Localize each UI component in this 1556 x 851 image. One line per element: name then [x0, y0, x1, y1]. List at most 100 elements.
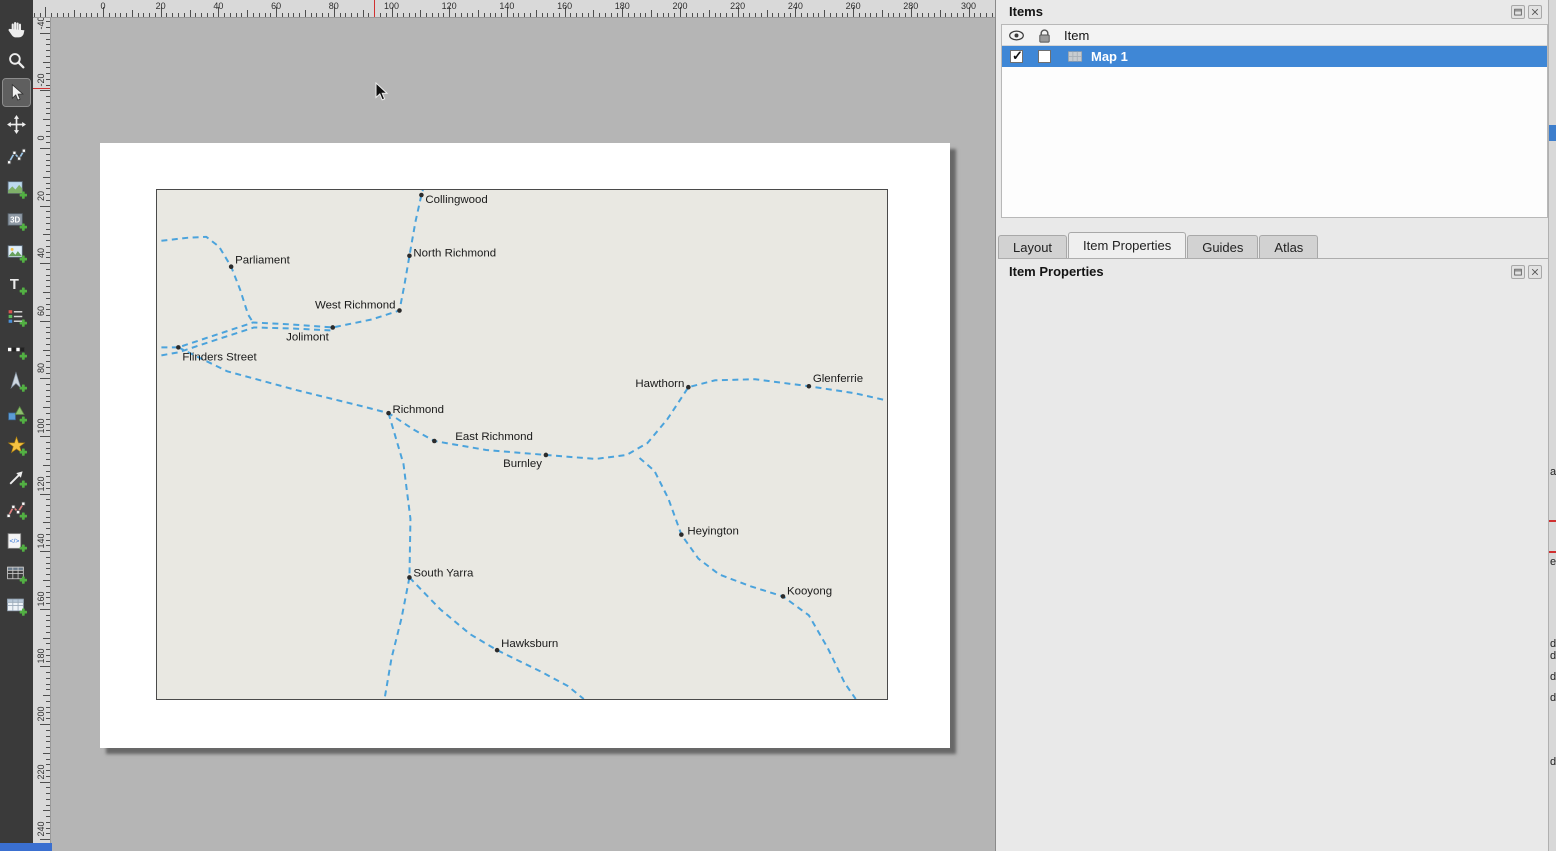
ruler-tick — [46, 361, 50, 362]
ruler-label: 180 — [607, 1, 637, 11]
ruler-tick — [46, 246, 50, 247]
station-dot — [679, 532, 684, 537]
ruler-tick — [46, 453, 50, 454]
ruler-tick — [126, 13, 127, 17]
tab-layout[interactable]: Layout — [998, 235, 1067, 258]
ruler-tick — [467, 13, 468, 17]
ruler-tick — [46, 327, 50, 328]
lock-column-icon — [1036, 27, 1053, 44]
ruler-tick — [663, 13, 664, 17]
ruler-tick — [524, 13, 525, 17]
zoom-tool[interactable] — [3, 47, 30, 74]
add-north-arrow-tool[interactable] — [3, 368, 30, 395]
ruler-tick — [720, 13, 721, 17]
ruler-tick — [207, 13, 208, 17]
ruler-tick — [668, 13, 669, 17]
add-html-tool[interactable]: </> — [3, 528, 30, 555]
item-properties-undock-button[interactable] — [1511, 265, 1525, 279]
tab-atlas[interactable]: Atlas — [1259, 235, 1318, 258]
ruler-tick — [46, 511, 50, 512]
ruler-tick — [957, 13, 958, 17]
ruler-tick — [253, 13, 254, 17]
ruler-tick — [46, 822, 50, 823]
ruler-cursor-mark — [33, 88, 51, 89]
add-arrow-tool[interactable] — [3, 464, 30, 491]
ruler-tick — [316, 13, 317, 17]
move-item-content-tool[interactable] — [3, 111, 30, 138]
ruler-tick — [43, 407, 50, 408]
layout-canvas[interactable]: CollingwoodParliamentNorth RichmondWest … — [51, 18, 995, 851]
ruler-tick — [46, 712, 50, 713]
ruler-tick — [859, 13, 860, 17]
ruler-tick — [46, 540, 50, 541]
item-row-map-1[interactable]: Map 1 — [1002, 46, 1547, 67]
lock-checkbox[interactable] — [1038, 50, 1051, 63]
clipped-fragment — [1549, 125, 1556, 141]
add-legend-tool[interactable] — [3, 303, 30, 330]
ruler-tick — [46, 304, 50, 305]
ruler-cursor-mark — [374, 0, 375, 18]
ruler-tick — [46, 545, 50, 546]
ruler-tick — [351, 13, 352, 17]
ruler-tick — [409, 13, 410, 17]
select-move-item-tool[interactable] — [3, 79, 30, 106]
ruler-tick — [247, 10, 248, 17]
ruler-tick — [46, 730, 50, 731]
ruler-tick — [46, 171, 50, 172]
ruler-label: 220 — [36, 757, 46, 787]
add-scalebar-tool[interactable] — [3, 336, 30, 363]
ruler-tick — [43, 234, 50, 235]
map-item[interactable]: CollingwoodParliamentNorth RichmondWest … — [156, 189, 888, 700]
ruler-tick — [46, 131, 50, 132]
ruler-tick — [46, 718, 50, 719]
edit-nodes-item-tool[interactable] — [3, 143, 30, 170]
items-close-button[interactable] — [1528, 5, 1542, 19]
tab-item-properties[interactable]: Item Properties — [1068, 232, 1186, 258]
ruler-tick — [46, 517, 50, 518]
pan-tool[interactable] — [3, 15, 30, 42]
ruler-tick — [484, 13, 485, 17]
ruler-tick — [46, 459, 50, 460]
ruler-tick — [190, 10, 191, 17]
ruler-tick — [45, 7, 46, 17]
add-map-tool[interactable] — [3, 175, 30, 202]
visibility-checkbox[interactable] — [1010, 50, 1023, 63]
ruler-tick — [80, 13, 81, 17]
add-attribute-table-tool[interactable] — [3, 560, 30, 587]
station-dot — [407, 253, 412, 258]
add-fixed-table-tool[interactable] — [3, 592, 30, 619]
ruler-tick — [46, 96, 50, 97]
ruler-tick — [46, 568, 50, 569]
ruler-label: 240 — [780, 1, 810, 11]
add-shape-tool[interactable] — [3, 400, 30, 427]
ruler-tick — [443, 13, 444, 17]
ruler-tick — [380, 13, 381, 17]
ruler-tick — [282, 13, 283, 17]
add-3d-map-tool[interactable]: 3D — [3, 207, 30, 234]
ruler-tick — [322, 13, 323, 17]
add-label-tool[interactable]: T — [3, 271, 30, 298]
ruler-tick — [801, 13, 802, 17]
tab-guides[interactable]: Guides — [1187, 235, 1258, 258]
ruler-tick — [951, 13, 952, 17]
ruler-tick — [570, 13, 571, 17]
station-dot — [686, 385, 691, 390]
station-dot — [330, 325, 335, 330]
add-node-item-tool[interactable] — [3, 496, 30, 523]
layout-page[interactable]: CollingwoodParliamentNorth RichmondWest … — [100, 143, 950, 748]
ruler-tick — [40, 13, 41, 17]
clipped-fragment: ed — [1550, 556, 1556, 568]
ruler-tick — [588, 13, 589, 17]
station-label: Kooyong — [787, 585, 832, 597]
item-properties-body — [996, 284, 1548, 851]
ruler-tick — [703, 13, 704, 17]
items-undock-button[interactable] — [1511, 5, 1525, 19]
ruler-tick — [628, 13, 629, 17]
ruler-label: 80 — [36, 353, 46, 383]
add-marker-tool[interactable] — [3, 432, 30, 459]
item-properties-close-button[interactable] — [1528, 265, 1542, 279]
add-picture-tool[interactable] — [3, 239, 30, 266]
ruler-tick — [43, 119, 50, 120]
ruler-tick — [865, 13, 866, 17]
ruler-tick — [709, 10, 710, 17]
